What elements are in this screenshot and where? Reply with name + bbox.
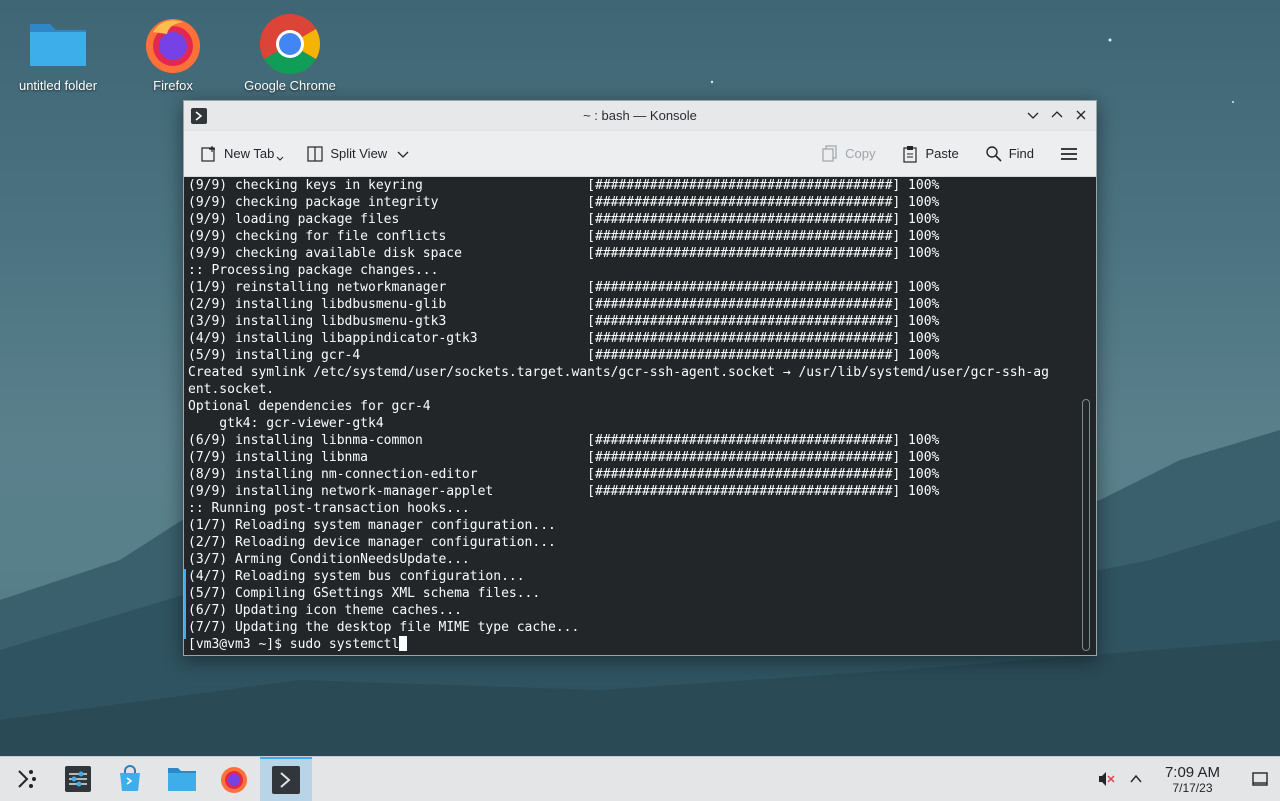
terminal-line: (6/7) Updating icon theme caches... <box>188 603 462 618</box>
taskbar: 7:09 AM 7/17/23 <box>0 756 1280 801</box>
new-tab-label: New Tab <box>224 146 275 161</box>
terminal-line: (3/7) Arming ConditionNeedsUpdate... <box>188 552 470 567</box>
clock-time: 7:09 AM <box>1164 763 1220 781</box>
terminal-line: (7/7) Updating the desktop file MIME typ… <box>188 620 580 635</box>
search-icon <box>986 145 1002 162</box>
terminal-line: (9/9) checking for file conflicts [#####… <box>188 229 940 244</box>
terminal-line: (4/9) installing libappindicator-gtk3 [#… <box>188 331 940 346</box>
window-title: ~ : bash — Konsole <box>583 108 697 123</box>
terminal-line: (9/9) loading package files [###########… <box>188 212 940 227</box>
terminal-line: (9/9) installing network-manager-applet … <box>188 484 940 499</box>
window-titlebar[interactable]: ~ : bash — Konsole <box>184 101 1096 131</box>
terminal-line: Created symlink /etc/systemd/user/socket… <box>188 365 1049 380</box>
terminal-line: :: Running post-transaction hooks... <box>188 501 470 516</box>
hamburger-menu-button[interactable] <box>1054 139 1090 169</box>
copy-icon <box>822 144 837 162</box>
terminal-line: (1/7) Reloading system manager configura… <box>188 518 556 533</box>
firefox-icon <box>141 12 205 76</box>
terminal-line: gtk4: gcr-viewer-gtk4 <box>188 416 384 431</box>
selection-marker <box>184 569 186 639</box>
chrome-icon <box>258 12 322 76</box>
terminal-line: ent.socket. <box>188 382 275 397</box>
taskbar-system-settings[interactable] <box>52 757 104 801</box>
terminal-output[interactable]: (9/9) checking keys in keyring [########… <box>184 177 1096 655</box>
settings-icon <box>65 766 91 792</box>
taskbar-firefox[interactable] <box>208 757 260 801</box>
terminal-line: (3/9) installing libdbusmenu-gtk3 [#####… <box>188 314 940 329</box>
desktop-icon-firefox[interactable]: Firefox <box>118 6 228 93</box>
firefox-icon <box>221 767 247 793</box>
volume-muted-button[interactable] <box>1091 757 1121 801</box>
terminal-line: (6/9) installing libnma-common [########… <box>188 433 940 448</box>
show-desktop-icon <box>1252 772 1268 786</box>
copy-label: Copy <box>845 146 876 161</box>
taskbar-file-manager[interactable] <box>156 757 208 801</box>
split-view-icon <box>307 145 323 162</box>
terminal-scrollbar[interactable] <box>1082 399 1090 651</box>
terminal-line: :: Processing package changes... <box>188 263 439 278</box>
show-desktop-button[interactable] <box>1240 757 1280 801</box>
chevron-down-icon <box>397 151 409 158</box>
terminal-lines: (9/9) checking keys in keyring [########… <box>184 177 1096 636</box>
paste-label: Paste <box>925 146 959 161</box>
terminal-line: Optional dependencies for gcr-4 <box>188 399 431 414</box>
paste-icon <box>903 145 918 163</box>
terminal-line: (8/9) installing nm-connection-editor [#… <box>188 467 940 482</box>
terminal-line: (2/7) Reloading device manager configura… <box>188 535 556 550</box>
desktop-icon-google-chrome[interactable]: Google Chrome <box>235 6 345 93</box>
taskbar-konsole[interactable] <box>260 757 312 801</box>
desktop-icon-label: Firefox <box>153 78 193 93</box>
terminal-line: (9/9) checking package integrity [######… <box>188 195 940 210</box>
terminal-prompt-line[interactable]: [vm3@vm3 ~]$ sudo systemctl <box>184 636 1096 653</box>
new-tab-icon <box>201 145 215 162</box>
app-launcher-icon <box>18 770 36 788</box>
desktop-icon-label: untitled folder <box>18 78 98 93</box>
konsole-toolbar: New Tab Split View Copy Paste Find <box>184 131 1096 177</box>
volume-muted-icon <box>1098 772 1115 786</box>
application-launcher-button[interactable] <box>0 757 52 801</box>
terminal-line: (5/7) Compiling GSettings XML schema fil… <box>188 586 541 601</box>
close-button[interactable] <box>1072 106 1090 124</box>
chevron-up-icon <box>1130 774 1142 783</box>
terminal-line: (4/7) Reloading system bus configuration… <box>188 569 525 584</box>
digital-clock[interactable]: 7:09 AM 7/17/23 <box>1165 764 1220 795</box>
chevron-down-icon <box>1027 112 1039 119</box>
system-tray: 7:09 AM 7/17/23 <box>1091 757 1280 801</box>
store-bag-icon <box>120 765 140 791</box>
chevron-down-icon <box>276 156 284 161</box>
terminal-line: (7/9) installing libnma [###############… <box>188 450 940 465</box>
terminal-line: (5/9) installing gcr-4 [################… <box>188 348 940 363</box>
find-label: Find <box>1008 146 1034 161</box>
new-tab-button[interactable]: New Tab <box>194 139 290 169</box>
taskbar-discover[interactable] <box>104 757 156 801</box>
close-icon <box>1076 110 1086 120</box>
konsole-icon[interactable] <box>191 107 207 124</box>
terminal-line: (2/9) installing libdbusmenu-glib [#####… <box>188 297 940 312</box>
terminal-line: (9/9) checking keys in keyring [########… <box>188 178 940 193</box>
copy-button[interactable]: Copy <box>815 139 881 169</box>
konsole-icon <box>272 766 300 794</box>
folder-icon <box>168 768 196 791</box>
konsole-window[interactable]: ~ : bash — Konsole New Tab Split View Co… <box>183 100 1097 656</box>
desktop-icon-untitled-folder[interactable]: untitled folder <box>3 6 113 93</box>
terminal-prompt: [vm3@vm3 ~]$ sudo systemctl <box>188 637 400 652</box>
tray-expand-button[interactable] <box>1121 757 1151 801</box>
text-cursor <box>399 636 408 651</box>
clock-date: 7/17/23 <box>1172 780 1213 795</box>
find-button[interactable]: Find <box>979 139 1040 169</box>
terminal-line: (9/9) checking available disk space [###… <box>188 246 940 261</box>
split-view-label: Split View <box>330 146 388 161</box>
paste-button[interactable]: Paste <box>895 139 964 169</box>
terminal-line: (1/9) reinstalling networkmanager [#####… <box>188 280 940 295</box>
chevron-up-icon <box>1051 111 1063 118</box>
maximize-button[interactable] <box>1048 106 1066 124</box>
split-view-button[interactable]: Split View <box>300 139 421 169</box>
minimize-button[interactable] <box>1024 106 1042 124</box>
hamburger-menu-icon <box>1061 147 1077 160</box>
desktop-icon-label: Google Chrome <box>244 78 336 93</box>
folder-icon <box>26 12 90 76</box>
